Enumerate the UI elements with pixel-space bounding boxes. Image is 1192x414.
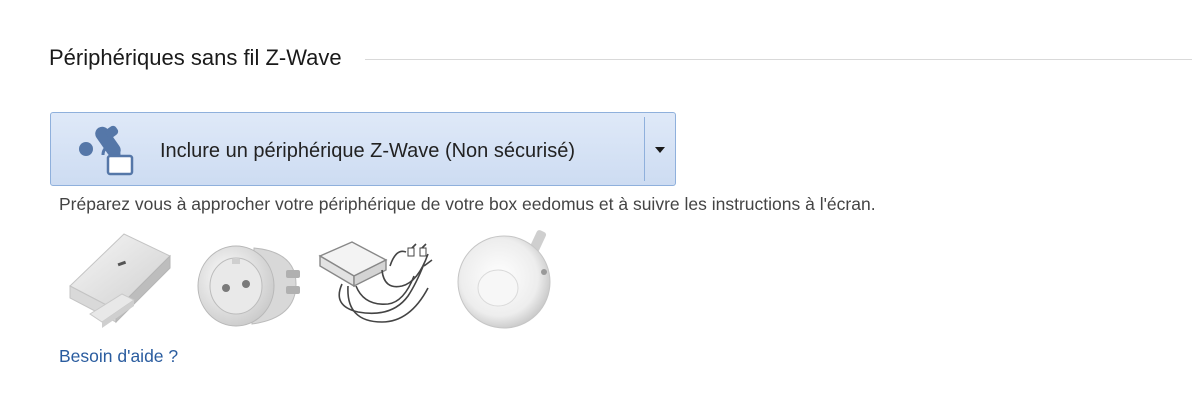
- help-link[interactable]: Besoin d'aide ?: [59, 346, 178, 367]
- zwave-include-lock-icon: [79, 125, 134, 176]
- door-window-sensor-image: [69, 233, 171, 328]
- relay-module-image: [318, 241, 433, 323]
- section-header: Périphériques sans fil Z-Wave: [49, 42, 1192, 74]
- section-title: Périphériques sans fil Z-Wave: [49, 45, 342, 70]
- motion-sensor-image: [457, 230, 551, 329]
- zwave-devices-panel: Périphériques sans fil Z-Wave Inclure un…: [0, 0, 1192, 414]
- section-divider: [364, 58, 1192, 60]
- include-device-label: Inclure un périphérique Z-Wave (Non sécu…: [160, 140, 575, 162]
- instructions-text: Préparez vous à approcher votre périphér…: [59, 194, 876, 214]
- device-images: [60, 226, 560, 336]
- chevron-down-icon: [655, 147, 665, 153]
- include-options-dropdown[interactable]: [645, 113, 675, 185]
- smart-plug-image: [197, 245, 300, 327]
- include-device-split-button[interactable]: Inclure un périphérique Z-Wave (Non sécu…: [50, 112, 676, 186]
- include-device-button[interactable]: Inclure un périphérique Z-Wave (Non sécu…: [51, 113, 644, 185]
